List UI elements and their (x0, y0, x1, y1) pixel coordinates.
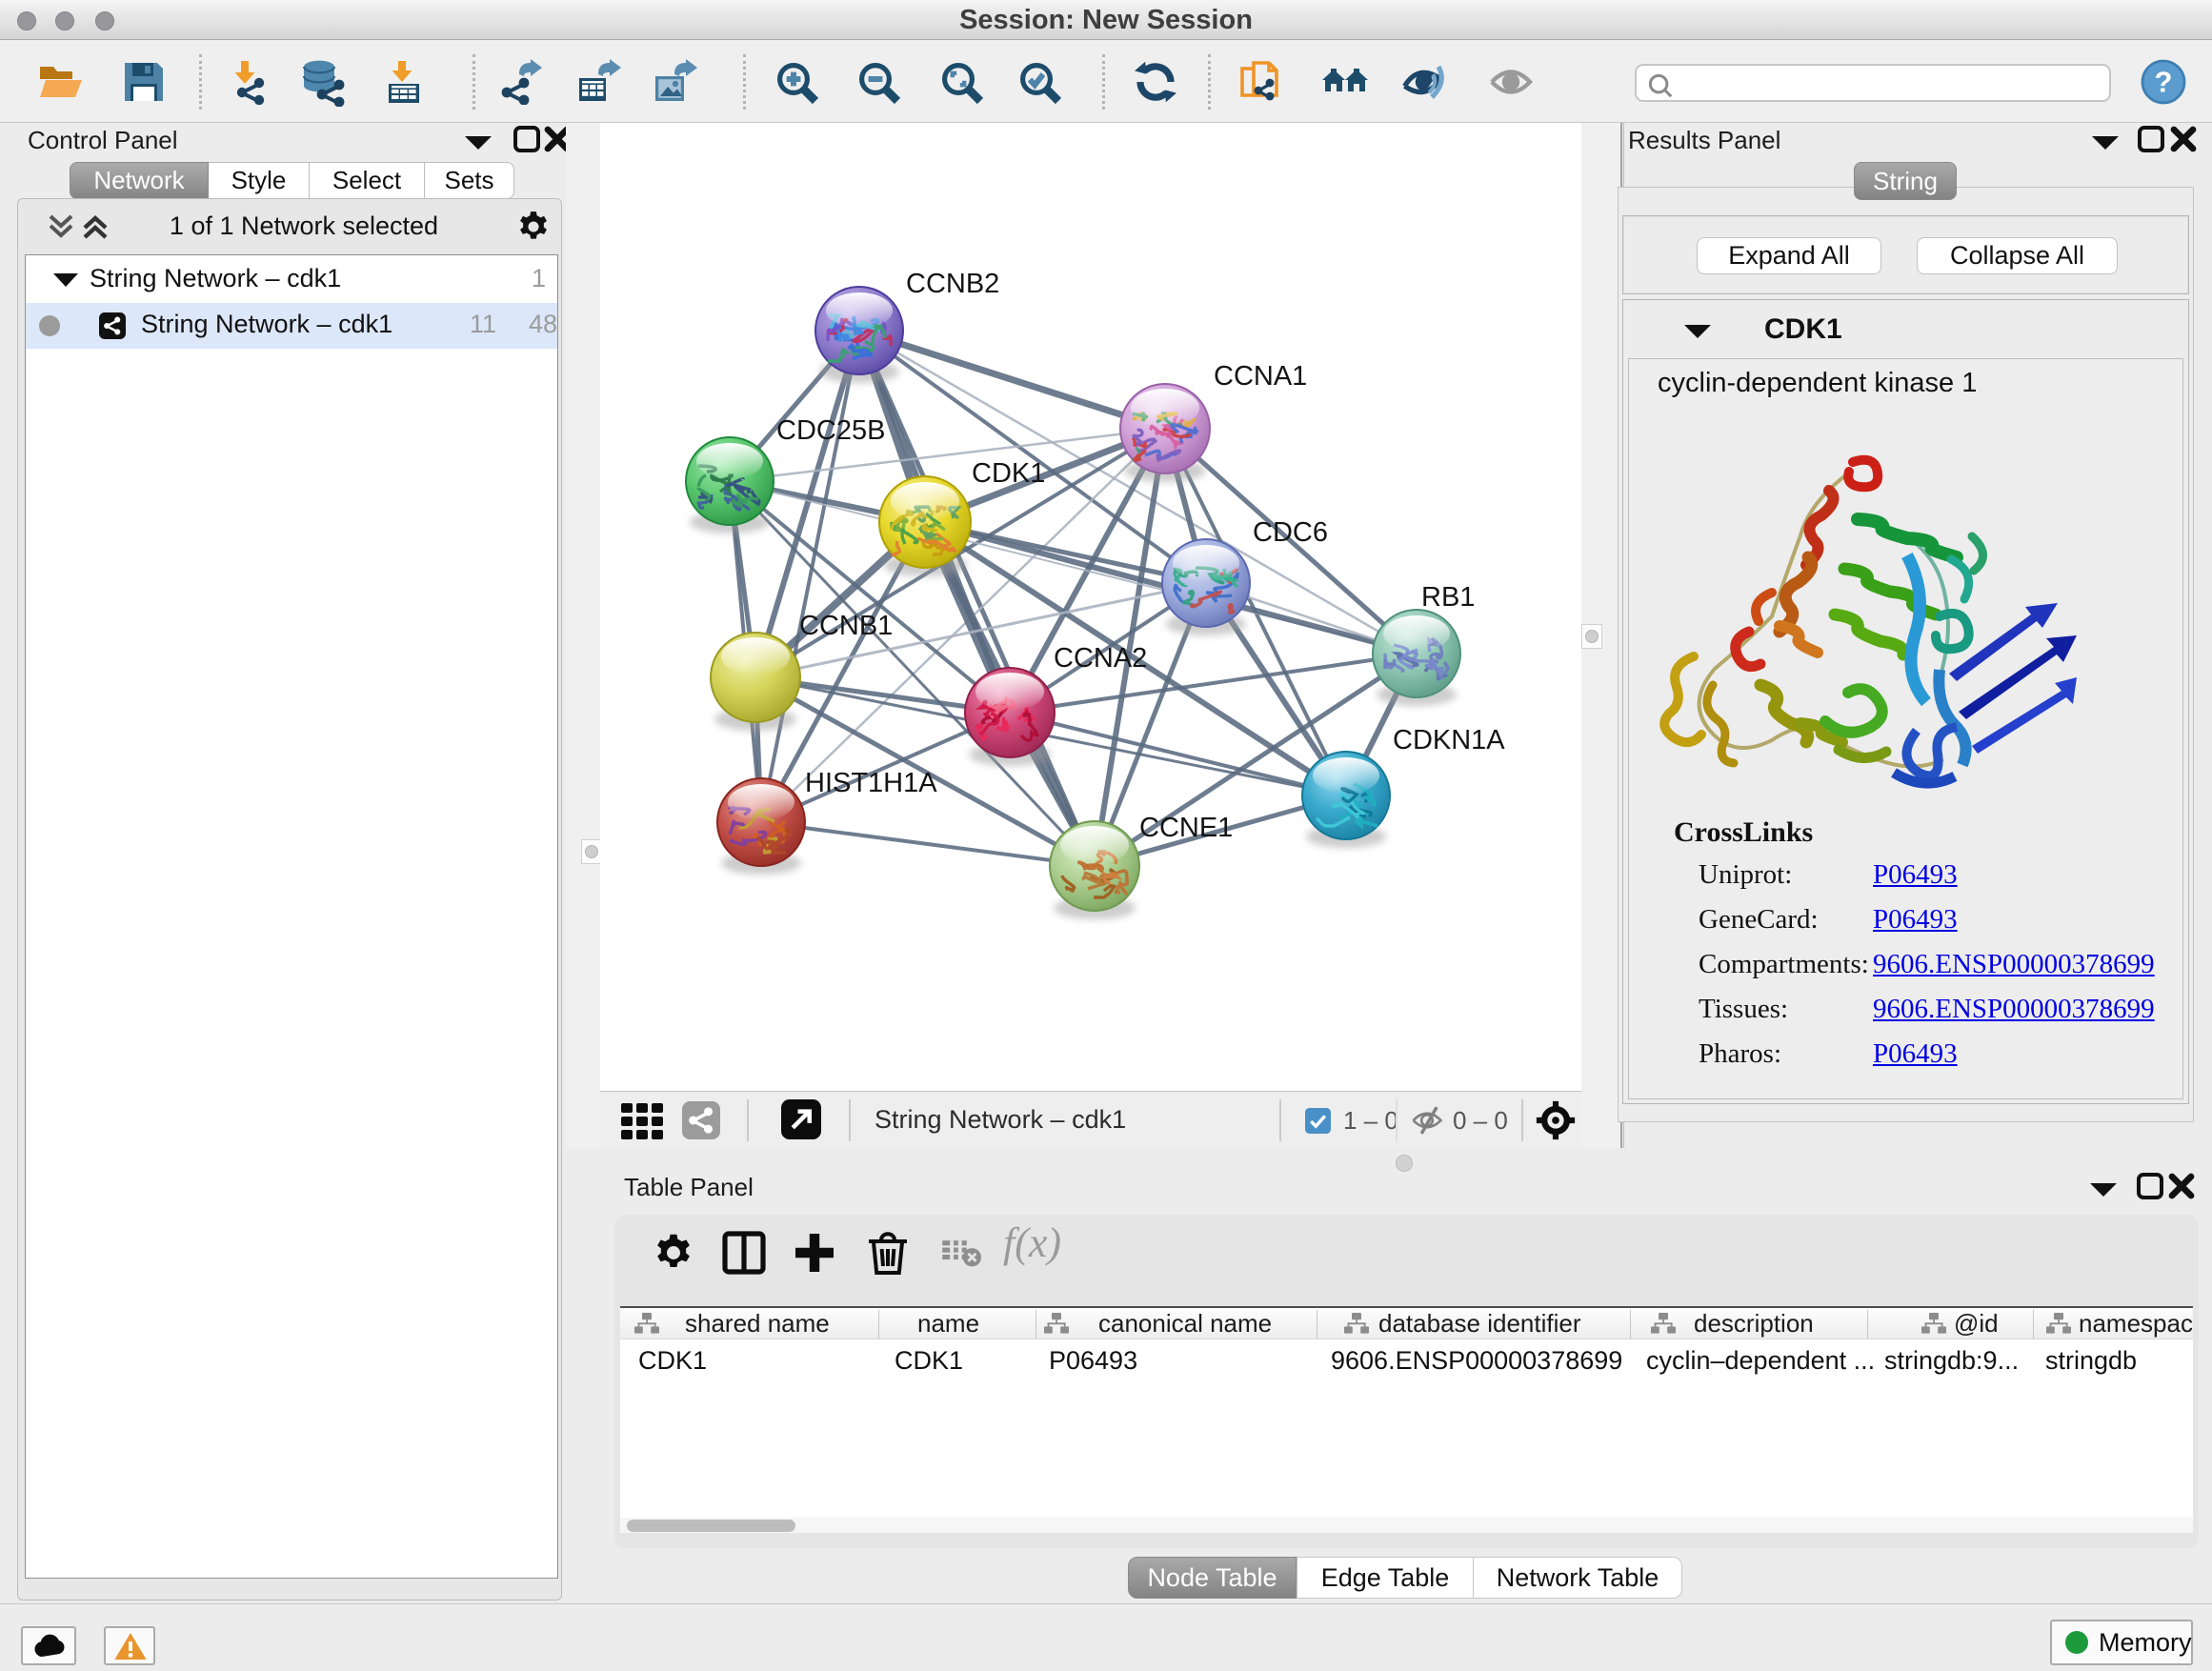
svg-text:CDC25B: CDC25B (776, 415, 885, 446)
svg-text:?: ? (2155, 65, 2173, 98)
svg-text:CDK1: CDK1 (972, 458, 1045, 489)
svg-text:RB1: RB1 (1421, 582, 1475, 613)
svg-text:CDC6: CDC6 (1253, 517, 1328, 548)
svg-text:CCNB2: CCNB2 (906, 269, 999, 299)
svg-text:CCNE1: CCNE1 (1139, 813, 1233, 843)
svg-text:CDKN1A: CDKN1A (1393, 725, 1505, 755)
svg-text:HIST1H1A: HIST1H1A (805, 768, 937, 798)
svg-text:CCNB1: CCNB1 (799, 611, 893, 641)
svg-text:CCNA1: CCNA1 (1214, 361, 1307, 392)
svg-text:CCNA2: CCNA2 (1054, 643, 1147, 674)
